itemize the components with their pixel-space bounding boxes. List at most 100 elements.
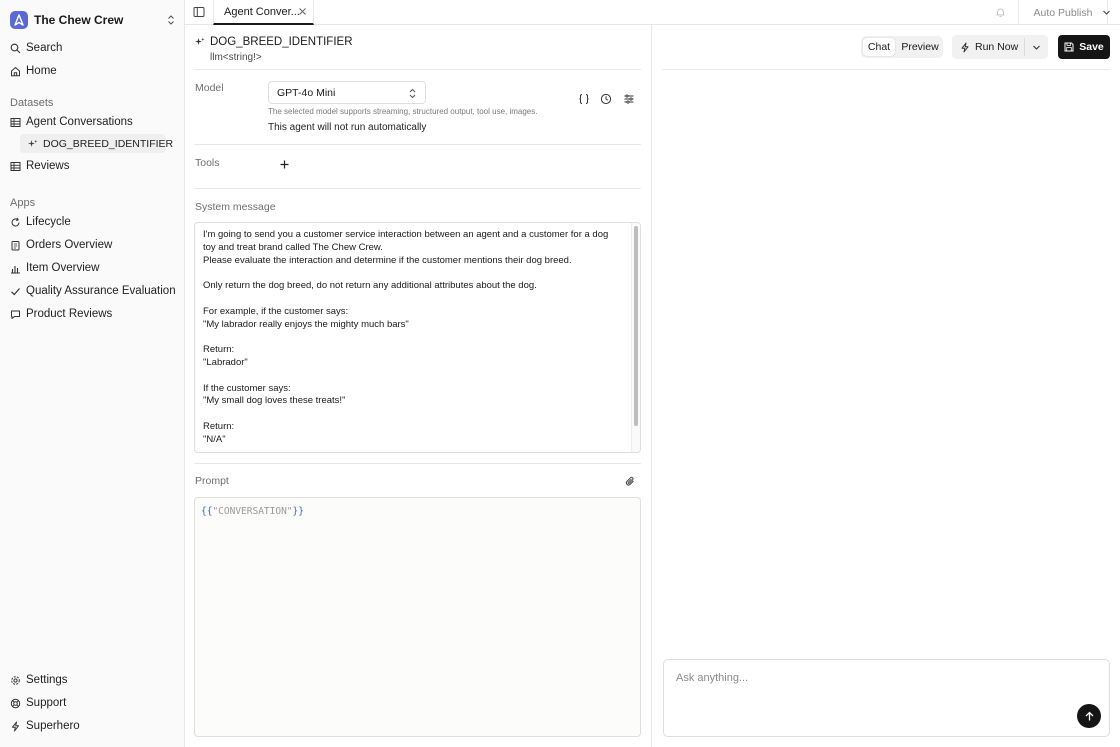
nav-superhero-label: Superhero (26, 720, 80, 732)
nav-home[interactable]: Home (10, 62, 57, 80)
chat-composer (663, 659, 1110, 737)
nav-dog-breed-identifier[interactable]: DOG_BREED_IDENTIFIER (20, 134, 173, 153)
nav-search-label: Search (26, 42, 63, 54)
workspace-logo-icon (10, 11, 28, 29)
divider (662, 69, 1110, 70)
bar-chart-icon (10, 263, 21, 274)
prompt-label: Prompt (195, 475, 229, 487)
agent-header: DOG_BREED_IDENTIFIER (195, 36, 353, 48)
close-icon[interactable] (298, 7, 307, 16)
chat-input[interactable] (676, 672, 1066, 684)
tab-preview[interactable]: Preview (899, 38, 941, 56)
add-tool-plus-icon[interactable] (279, 159, 290, 170)
nav-agent-conversations-label: Agent Conversations (26, 116, 133, 128)
gear-icon (10, 675, 21, 686)
nav-settings-label: Settings (26, 674, 68, 686)
nav-reviews-label: Reviews (26, 160, 70, 172)
message-icon (10, 309, 21, 320)
apps-section-label: Apps (10, 197, 36, 209)
nav-support-label: Support (26, 697, 67, 709)
auto-publish-button[interactable]: Auto Publish (1018, 0, 1108, 25)
table-icon (10, 117, 21, 128)
tab-bar: Agent Conver... Auto Publish (185, 0, 1120, 25)
run-now-label: Run Now (975, 41, 1019, 53)
sparkle-icon (195, 37, 205, 47)
template-variable: "CONVERSATION" (212, 506, 293, 517)
clock-icon[interactable] (599, 92, 613, 106)
nav-lifecycle[interactable]: Lifecycle (10, 213, 71, 231)
model-value: GPT-4o Mini (277, 86, 336, 99)
chevron-up-down-icon (408, 88, 417, 99)
run-now-button[interactable]: Run Now (952, 35, 1048, 59)
nav-quality-assurance[interactable]: Quality Assurance Evaluation (10, 282, 176, 300)
arrow-up-icon (1085, 711, 1093, 720)
tab-chat[interactable]: Chat (863, 38, 895, 56)
nav-product-reviews[interactable]: Product Reviews (10, 305, 112, 323)
nav-dog-breed-identifier-label: DOG_BREED_IDENTIFIER (43, 137, 174, 150)
nav-item-overview[interactable]: Item Overview (10, 259, 100, 277)
agent-type: llm<string!> (210, 52, 262, 63)
nav-item-overview-label: Item Overview (26, 262, 100, 274)
refresh-icon (10, 217, 21, 228)
model-capabilities-note: The selected model supports streaming, s… (268, 107, 538, 116)
nav-quality-assurance-label: Quality Assurance Evaluation (26, 285, 176, 297)
lightning-icon (960, 42, 970, 53)
sparkle-icon (28, 139, 38, 149)
divider (194, 144, 641, 145)
nav-search[interactable]: Search (10, 39, 62, 57)
chevron-down-icon[interactable] (1102, 8, 1111, 17)
agent-editor: DOG_BREED_IDENTIFIER llm<string!> Model … (185, 25, 652, 747)
save-label: Save (1079, 41, 1104, 53)
nav-agent-conversations[interactable]: Agent Conversations (10, 113, 133, 131)
scrollbar-thumb[interactable] (634, 226, 638, 426)
scrollbar[interactable] (631, 223, 640, 452)
send-button[interactable] (1077, 704, 1101, 728)
sidebar-toggle-icon[interactable] (193, 6, 205, 18)
prompt-editor[interactable]: {{"CONVERSATION"}} (194, 497, 641, 737)
tab-label: Agent Conver... (224, 5, 300, 18)
tab-agent-conversations[interactable]: Agent Conver... (213, 0, 314, 25)
divider (194, 188, 641, 189)
divider (1024, 38, 1025, 56)
template-close-brace: }} (292, 506, 304, 517)
sidebar: The Chew Crew Search Home Datasets Agent… (0, 0, 185, 747)
nav-orders-overview[interactable]: Orders Overview (10, 236, 112, 254)
nav-support[interactable]: Support (10, 694, 66, 712)
tools-label: Tools (195, 157, 220, 169)
model-run-status: This agent will not run automatically (268, 122, 427, 133)
chevron-down-icon[interactable] (1032, 43, 1041, 52)
system-message-textarea[interactable]: I'm going to send you a customer service… (194, 222, 641, 453)
chat-pane: Chat Preview Run Now Save (652, 25, 1120, 747)
save-button[interactable]: Save (1058, 35, 1110, 59)
nav-product-reviews-label: Product Reviews (26, 308, 113, 320)
sliders-icon[interactable] (622, 92, 636, 106)
divider (194, 463, 641, 464)
bell-icon[interactable] (995, 7, 1006, 18)
template-open-brace: {{ (201, 506, 213, 517)
nav-orders-overview-label: Orders Overview (26, 239, 113, 251)
model-label: Model (195, 82, 224, 94)
prompt-text: {{"CONVERSATION"}} (201, 506, 304, 517)
nav-reviews[interactable]: Reviews (10, 157, 69, 175)
divider (194, 69, 641, 70)
table-icon (10, 161, 21, 172)
save-disk-icon (1064, 42, 1074, 52)
workspace-switcher[interactable]: The Chew Crew (10, 10, 176, 30)
check-icon (10, 286, 21, 297)
chevron-up-down-icon (166, 14, 176, 26)
search-icon (10, 43, 21, 54)
nav-lifecycle-label: Lifecycle (26, 216, 71, 228)
system-message-label: System message (195, 201, 276, 213)
clipboard-icon (10, 240, 21, 251)
nav-superhero[interactable]: Superhero (10, 717, 80, 735)
system-message-text: I'm going to send you a customer service… (203, 229, 609, 445)
workspace-name: The Chew Crew (34, 13, 124, 27)
agent-title: DOG_BREED_IDENTIFIER (210, 36, 353, 48)
model-select[interactable]: GPT-4o Mini (268, 81, 426, 104)
home-icon (10, 66, 21, 77)
nav-settings[interactable]: Settings (10, 671, 68, 689)
lightning-icon (10, 721, 21, 732)
paperclip-icon[interactable] (625, 476, 636, 487)
lifebuoy-icon (10, 698, 21, 709)
json-braces-icon[interactable] (577, 92, 591, 106)
